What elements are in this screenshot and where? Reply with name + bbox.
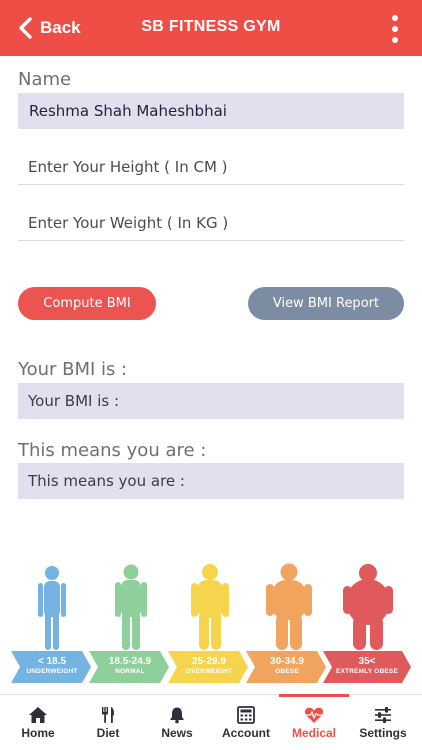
bmi-scale-obese: 30-34.9 OBESE	[252, 651, 322, 683]
bmi-category-underweight: UNDERWEIGHT	[26, 668, 78, 675]
tab-diet-label: Diet	[96, 726, 120, 740]
obese-body-figure	[266, 563, 312, 650]
bmi-body-illustration	[38, 563, 393, 650]
bottom-tab-bar: Home Diet News Account Medical Settings	[0, 694, 422, 750]
normal-body-figure	[115, 564, 147, 650]
home-icon	[29, 707, 47, 723]
more-options-icon[interactable]	[388, 15, 402, 43]
bmi-category-normal: NORMAL	[115, 668, 145, 675]
bmi-scale-extremely-obese: 35< EXTREMLY OBESE	[329, 651, 405, 683]
bmi-category-field: This means you are :	[18, 463, 404, 499]
name-label: Name	[18, 69, 72, 90]
underweight-body-figure	[38, 566, 66, 650]
bmi-category-label: This means you are :	[18, 440, 207, 461]
tab-settings[interactable]: Settings	[348, 695, 418, 750]
bmi-result-label: Your BMI is :	[18, 359, 128, 380]
calculator-icon	[237, 706, 255, 724]
bmi-scale-underweight: < 18.5 UNDERWEIGHT	[17, 651, 87, 683]
overweight-body-figure	[191, 564, 229, 650]
bmi-category-obese: OBESE	[275, 668, 299, 675]
bmi-scale: < 18.5 UNDERWEIGHT 18.5-24.9 NORMAL 25-2…	[11, 651, 411, 683]
bmi-result-field: Your BMI is :	[18, 383, 404, 419]
top-app-bar: Back SB FITNESS GYM	[0, 0, 422, 56]
bmi-range-underweight: < 18.5	[37, 656, 67, 667]
tab-account-label: Account	[222, 726, 270, 740]
bmi-range-overweight: 25-29.9	[192, 656, 226, 667]
tab-account[interactable]: Account	[211, 695, 281, 750]
bmi-category-overweight: OVERWEIGHT	[185, 668, 233, 675]
compute-bmi-button[interactable]: Compute BMI	[18, 287, 156, 320]
bmi-range-obese: 30-34.9	[270, 656, 304, 667]
bmi-range-extremely-obese: 35<	[358, 656, 376, 667]
tab-medical-label: Medical	[291, 726, 336, 740]
tab-medical[interactable]: Medical	[279, 694, 349, 750]
bmi-scale-overweight: 25-29.9 OVERWEIGHT	[174, 651, 244, 683]
tab-home[interactable]: Home	[3, 695, 73, 750]
page-title: SB FITNESS GYM	[141, 18, 281, 35]
bmi-category-extremely-obese: EXTREMLY OBESE	[335, 668, 399, 675]
tab-news[interactable]: News	[142, 695, 212, 750]
weight-input[interactable]	[18, 205, 404, 241]
view-bmi-report-button[interactable]: View BMI Report	[248, 287, 404, 320]
sliders-icon	[375, 707, 391, 723]
name-field[interactable]: Reshma Shah Maheshbhai	[18, 93, 404, 129]
cutlery-icon	[102, 707, 114, 723]
bmi-range-normal: 18.5-24.9	[108, 656, 152, 667]
bell-icon	[170, 707, 184, 724]
tab-diet[interactable]: Diet	[73, 695, 143, 750]
heartbeat-icon	[304, 707, 324, 723]
tab-settings-label: Settings	[359, 726, 407, 740]
tab-home-label: Home	[21, 726, 55, 740]
height-input[interactable]	[18, 149, 404, 185]
tab-news-label: News	[161, 726, 193, 740]
bmi-scale-normal: 18.5-24.9 NORMAL	[95, 651, 165, 683]
extremely-obese-body-figure	[343, 564, 393, 650]
